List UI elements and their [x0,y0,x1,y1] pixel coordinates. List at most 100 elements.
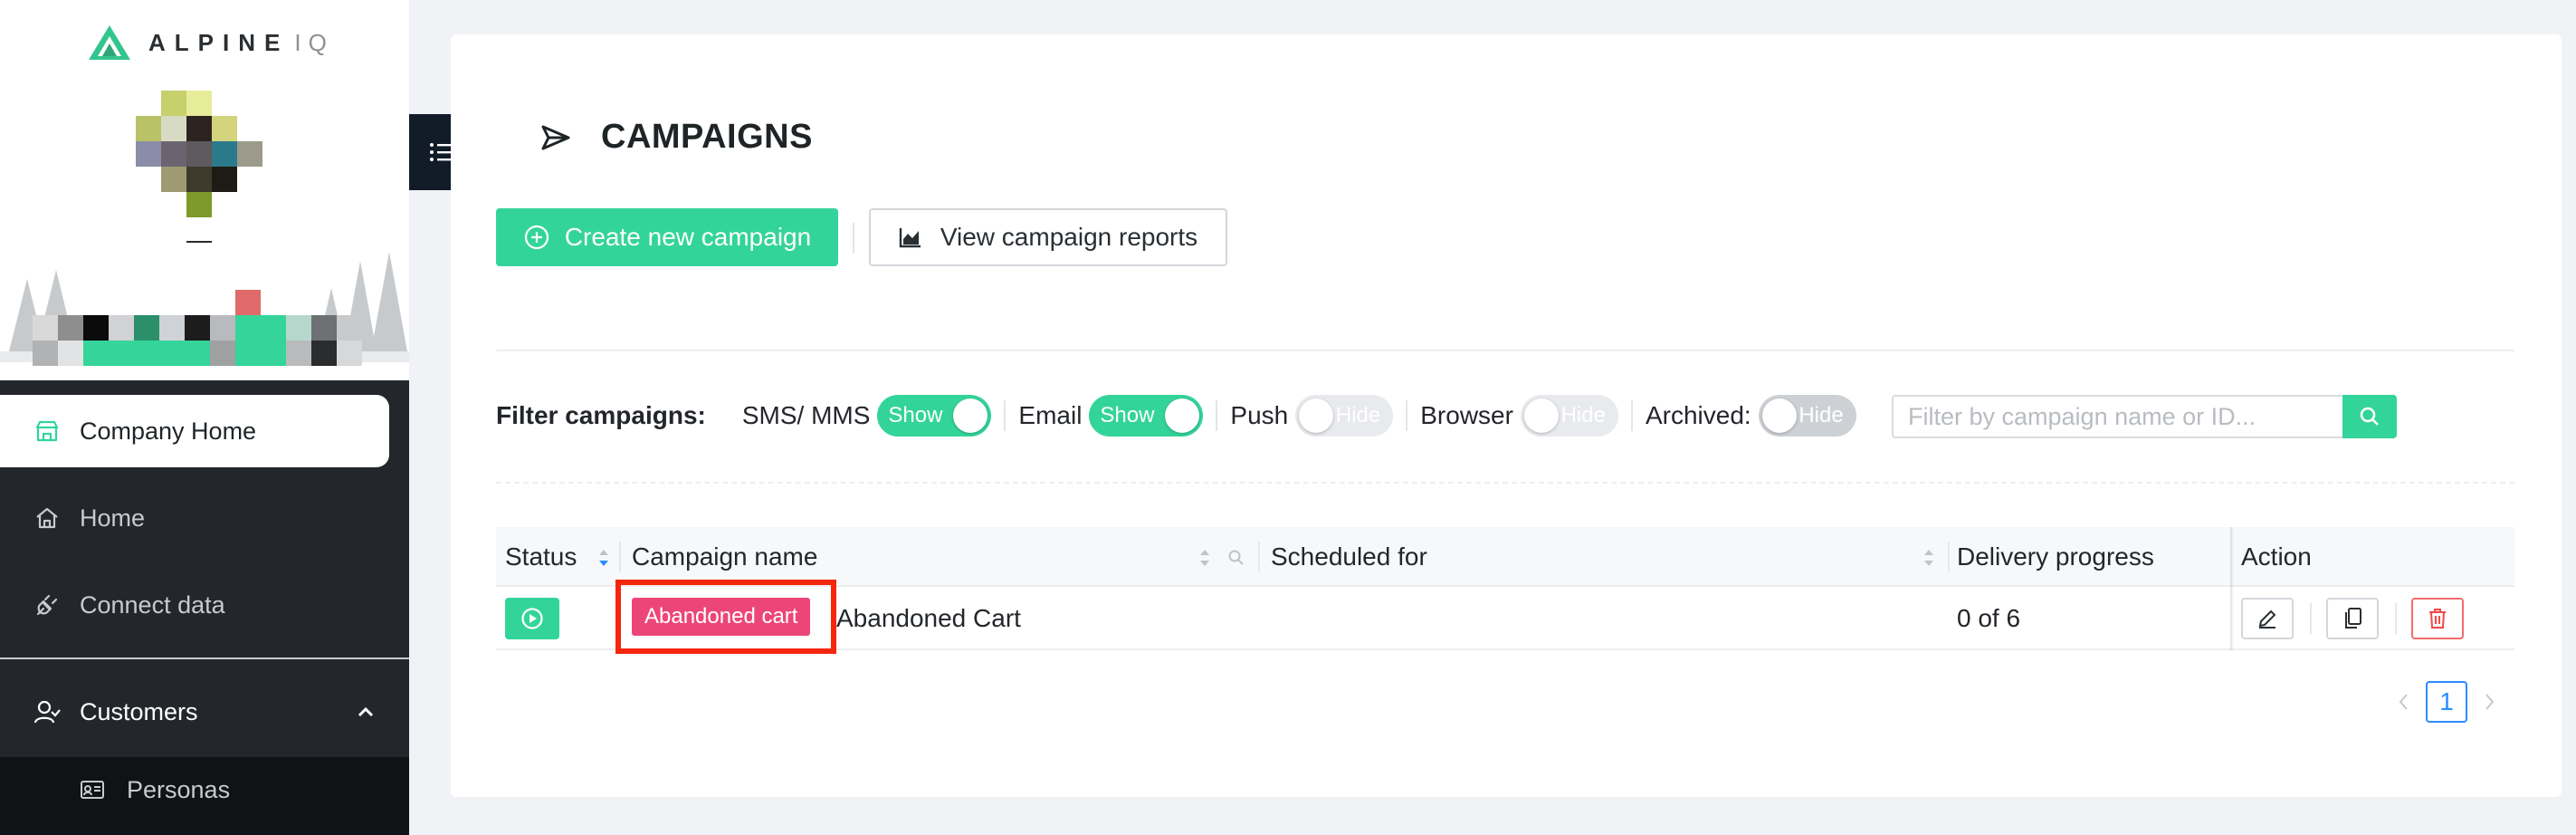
brand-area: ALPINE IQ [0,0,409,380]
users-icon [33,697,62,726]
filter-separator [1630,400,1633,431]
column-campaign-name[interactable]: Campaign name [632,527,817,587]
filter-push-label: Push [1230,401,1289,429]
delete-button[interactable] [2411,598,2464,639]
toggle-state: Hide [1335,403,1381,427]
logo[interactable]: ALPINE IQ [87,24,334,62]
area-chart-icon [899,228,921,248]
toggle-knob [1523,398,1559,433]
sidebar-item-company-home[interactable]: Company Home [0,395,389,467]
divider [496,350,2514,351]
toggle-state: Hide [1560,403,1606,427]
column-status[interactable]: Status [505,527,577,587]
play-circle-icon [521,608,543,629]
column-separator [1258,542,1260,572]
id-card-icon [78,775,107,804]
email-toggle[interactable]: Show [1089,395,1204,437]
banner-mosaic [33,290,362,366]
column-action: Action [2241,542,2312,571]
browser-toggle[interactable]: Hide [1520,395,1618,437]
search-icon[interactable] [1227,549,1245,567]
toggle-knob [1299,398,1334,433]
button-separator [853,223,854,254]
filter-label: Filter campaigns: [496,401,706,429]
sidebar-item-label: Personas [127,775,231,803]
filter-browser-label: Browser [1420,401,1513,429]
filter-sms-label: SMS/ MMS [741,401,871,429]
sidebar-item-label: Company Home [80,417,257,445]
plus-circle-icon [524,225,549,250]
plug-icon [33,590,62,619]
fixed-column-shadow [2230,527,2234,650]
toggle-state: Show [1100,403,1155,427]
column-delivery-progress: Delivery progress [1957,542,2154,571]
sidebar-item-label: Home [80,504,146,532]
dashed-divider [496,482,2514,484]
view-reports-label: View campaign reports [940,223,1198,251]
sidebar-item-customers[interactable]: Customers [0,676,409,748]
archived-toggle[interactable]: Hide [1758,395,1856,437]
copy-icon [2345,608,2361,629]
filter-archived-label: Archived: [1645,401,1751,429]
toggle-knob [953,398,988,433]
push-toggle[interactable]: Hide [1295,395,1394,437]
search-button[interactable] [2342,395,2397,438]
campaign-name[interactable]: Abandoned Cart [836,587,1021,650]
filter-separator [1406,400,1408,431]
logo-text: ALPINE IQ [148,28,334,56]
chevron-left-icon [2399,694,2408,710]
pencil-icon [2258,609,2276,629]
prev-page-button[interactable] [2390,682,2417,722]
campaign-search-input[interactable] [1894,397,2344,437]
send-icon [541,125,570,149]
page-number[interactable]: 1 [2426,681,2467,723]
sort-icon[interactable] [597,547,610,569]
brand-banner [0,243,409,366]
action-separator [2395,603,2397,634]
sidebar-item-label: Customers [80,697,198,725]
column-separator [619,542,621,572]
column-separator [1948,542,1950,572]
column-scheduled-for[interactable]: Scheduled for [1271,527,1427,587]
sort-icon[interactable] [1922,547,1935,569]
page-title: CAMPAIGNS [601,118,813,156]
home-icon [33,504,62,533]
table-header: Status Campaign name Scheduled for Deliv… [496,527,2514,587]
sidebar-item-connect-data[interactable]: Connect data [0,569,389,641]
campaign-search [1892,395,2344,438]
toggle-knob [1761,398,1797,433]
status-play-button[interactable] [505,598,559,639]
action-separator [2310,603,2312,634]
next-page-button[interactable] [2476,682,2504,722]
search-icon [2360,407,2379,426]
chevron-right-icon [2485,694,2495,710]
sidebar-item-personas[interactable]: Personas [78,775,230,804]
toggle-state: Hide [1798,403,1844,427]
company-avatar [136,91,262,217]
create-campaign-button[interactable]: Create new campaign [496,208,838,266]
page-header: CAMPAIGNS [538,118,813,157]
sidebar: ALPINE IQ Company Home Home Connect data… [0,0,409,835]
sort-icon[interactable] [1198,547,1211,569]
filter-separator [1216,400,1218,431]
filter-separator [1004,400,1007,431]
sms-toggle[interactable]: Show [877,395,992,437]
filter-bar: Filter campaigns: SMS/ MMS Show Email Sh… [496,393,1856,438]
chevron-up-icon [358,706,374,717]
view-reports-button[interactable]: View campaign reports [869,208,1227,266]
pagination: 1 [2390,681,2504,723]
sidebar-item-home[interactable]: Home [0,482,389,554]
duplicate-button[interactable] [2326,598,2379,639]
alpine-logo-icon [89,25,130,60]
sidebar-item-label: Connect data [80,590,225,619]
campaign-type-tag: Abandoned cart [632,598,811,636]
sidebar-divider [0,657,409,659]
toggle-state: Show [888,403,943,427]
store-icon [33,417,62,446]
edit-button[interactable] [2241,598,2294,639]
table-row[interactable]: Abandoned cart Abandoned Cart 0 of 6 [496,580,2514,654]
create-campaign-label: Create new campaign [564,223,812,251]
delivery-progress: 0 of 6 [1957,604,2021,632]
filter-email-label: Email [1018,401,1083,429]
toggle-knob [1165,398,1200,433]
